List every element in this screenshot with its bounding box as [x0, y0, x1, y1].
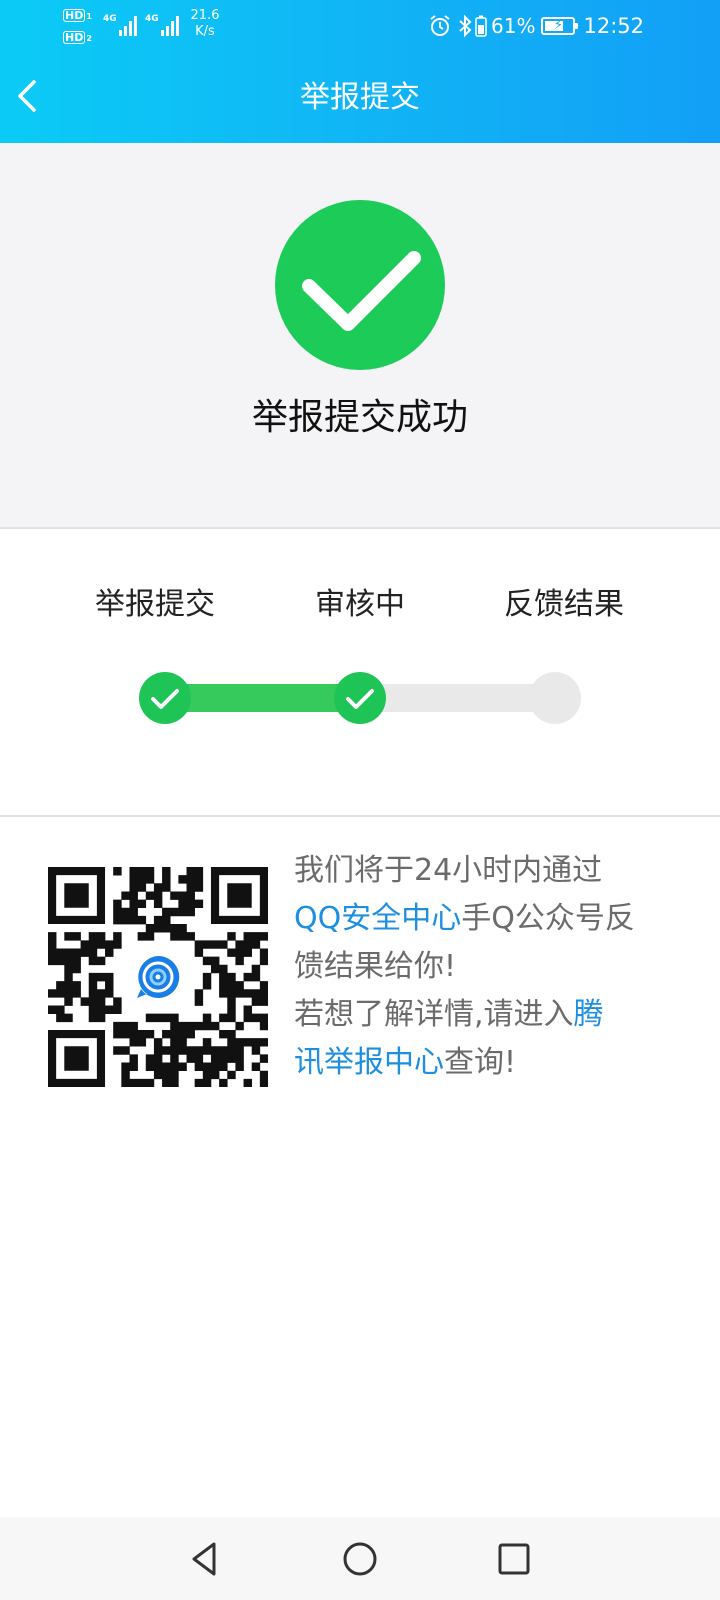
info-section: 我们将于24小时内通过 QQ安全中心手Q公众号反 馈结果给你! 若想了解详情,请进入腾… — [0, 817, 720, 1517]
check-icon — [151, 689, 179, 709]
qq-security-logo — [124, 943, 192, 1011]
step-label-result: 反馈结果 — [504, 587, 624, 622]
alarm-icon — [427, 13, 453, 39]
network-speed: 21.6 K/s — [190, 8, 220, 39]
qr-code — [48, 867, 268, 1087]
bluetooth-icon — [458, 14, 472, 38]
home-circle-icon[interactable] — [338, 1537, 382, 1581]
check-icon — [346, 689, 374, 709]
step-dot-review — [334, 672, 386, 724]
back-triangle-icon[interactable] — [184, 1537, 228, 1581]
signal-strength-icon: 4G — [103, 12, 137, 36]
app-header: HD 1 HD 2 4G 4G 21.6 K/s 61% ⚡ 12:52 举报提… — [0, 0, 720, 143]
status-bar: HD 1 HD 2 4G 4G 21.6 K/s 61% ⚡ 12:52 — [0, 0, 720, 52]
status-time: 12:52 — [583, 14, 644, 38]
progress-section: 举报提交 审核中 反馈结果 — [0, 529, 720, 817]
tencent-report-center-link[interactable]: 腾 — [574, 997, 604, 1032]
battery-percent: 61% — [491, 14, 536, 38]
recents-square-icon[interactable] — [492, 1537, 536, 1581]
tencent-report-center-link[interactable]: 讯举报中心 — [294, 1045, 444, 1080]
signal-strength-icon: 4G — [145, 12, 179, 36]
system-nav-bar — [0, 1517, 720, 1600]
step-dot-submit — [139, 672, 191, 724]
charging-icon: ⚡ — [541, 17, 579, 35]
qq-security-center-link[interactable]: QQ安全中心 — [294, 901, 461, 936]
check-circle-icon — [275, 200, 445, 370]
page-title: 举报提交 — [300, 80, 420, 115]
hd-indicator-2: HD 2 — [63, 31, 92, 44]
step-label-submit: 举报提交 — [95, 587, 215, 622]
success-message: 举报提交成功 — [251, 397, 468, 438]
battery-small-icon — [475, 15, 487, 37]
success-section: 举报提交成功 — [0, 143, 720, 529]
step-label-review: 审核中 — [315, 587, 405, 622]
step-dot-result — [529, 672, 581, 724]
title-bar: 举报提交 — [0, 52, 720, 143]
hd-indicator-1: HD 1 — [63, 9, 92, 22]
feedback-info-text: 我们将于24小时内通过 QQ安全中心手Q公众号反 馈结果给你! 若想了解详情,请进入腾… — [294, 853, 635, 1080]
